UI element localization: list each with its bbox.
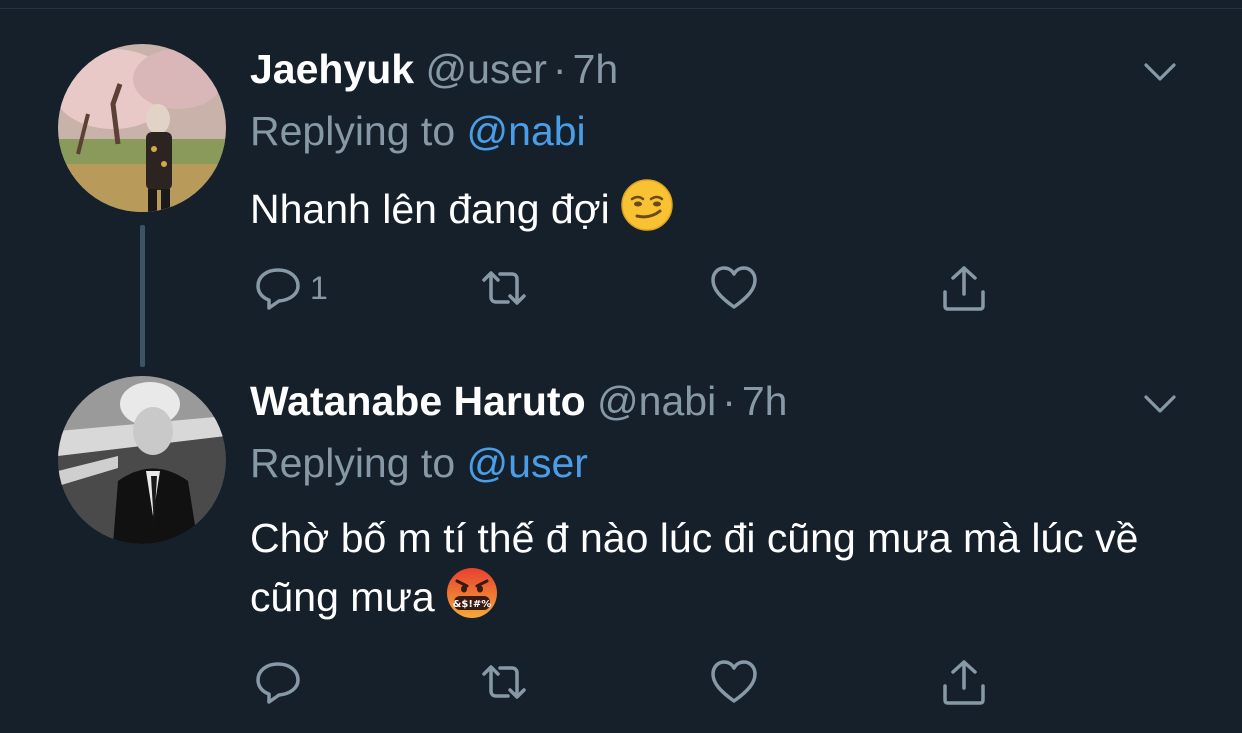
- chevron-down-icon[interactable]: [1140, 384, 1180, 424]
- avatar[interactable]: [58, 44, 226, 212]
- tweet-header: Jaehyuk @user · 7h: [250, 46, 618, 92]
- svg-text:&$!#%: &$!#%: [452, 599, 491, 610]
- retweet-icon: [482, 665, 526, 699]
- tweet-actions: [252, 654, 1012, 710]
- replying-to-line: Replying to @user: [250, 440, 588, 486]
- username[interactable]: @nabi: [597, 378, 716, 424]
- tweet-text-content: Chờ bố m tí thế đ nào lúc đi cũng mưa mà…: [250, 515, 1139, 620]
- username[interactable]: @user: [426, 46, 547, 92]
- replying-to-label: Replying to: [250, 440, 456, 486]
- like-button[interactable]: [708, 654, 760, 710]
- avatar[interactable]: [58, 376, 226, 544]
- thread-connector-line: [140, 225, 145, 367]
- smirking-face-emoji: [620, 178, 674, 246]
- reply-icon: [256, 662, 300, 704]
- retweet-button[interactable]: [478, 654, 530, 710]
- share-button[interactable]: [938, 260, 990, 316]
- top-divider: [0, 8, 1242, 9]
- replying-to-mention[interactable]: @nabi: [467, 108, 586, 154]
- share-button[interactable]: [938, 654, 990, 710]
- face-with-symbols-on-mouth-emoji: &$!#%: [445, 566, 499, 634]
- tweet-text: Nhanh lên đang đợi: [250, 178, 674, 246]
- display-name[interactable]: Watanabe Haruto: [250, 378, 586, 424]
- timestamp[interactable]: 7h: [742, 378, 788, 424]
- retweet-button[interactable]: [478, 260, 530, 316]
- reply-count: 1: [310, 269, 328, 306]
- separator: ·: [552, 46, 567, 92]
- chevron-down-icon[interactable]: [1140, 52, 1180, 92]
- display-name[interactable]: Jaehyuk: [250, 46, 414, 92]
- like-button[interactable]: [708, 260, 760, 316]
- tweet-actions: 1: [252, 260, 1012, 316]
- tweet-header: Watanabe Haruto @nabi · 7h: [250, 378, 787, 424]
- tweet-text: Chờ bố m tí thế đ nào lúc đi cũng mưa mà…: [250, 510, 1210, 634]
- reply-button[interactable]: 1: [252, 260, 328, 316]
- reply-icon: [256, 268, 300, 310]
- reply-button[interactable]: [252, 654, 310, 710]
- separator: ·: [722, 378, 736, 424]
- like-icon: [711, 660, 757, 703]
- tweet-text-content: Nhanh lên đang đợi: [250, 185, 610, 232]
- timestamp[interactable]: 7h: [573, 46, 619, 92]
- share-icon: [943, 660, 985, 705]
- share-icon: [943, 266, 985, 311]
- replying-to-mention[interactable]: @user: [467, 440, 588, 486]
- replying-to-label: Replying to: [250, 108, 456, 154]
- like-icon: [711, 266, 757, 309]
- retweet-icon: [482, 271, 526, 305]
- replying-to-line: Replying to @nabi: [250, 108, 586, 154]
